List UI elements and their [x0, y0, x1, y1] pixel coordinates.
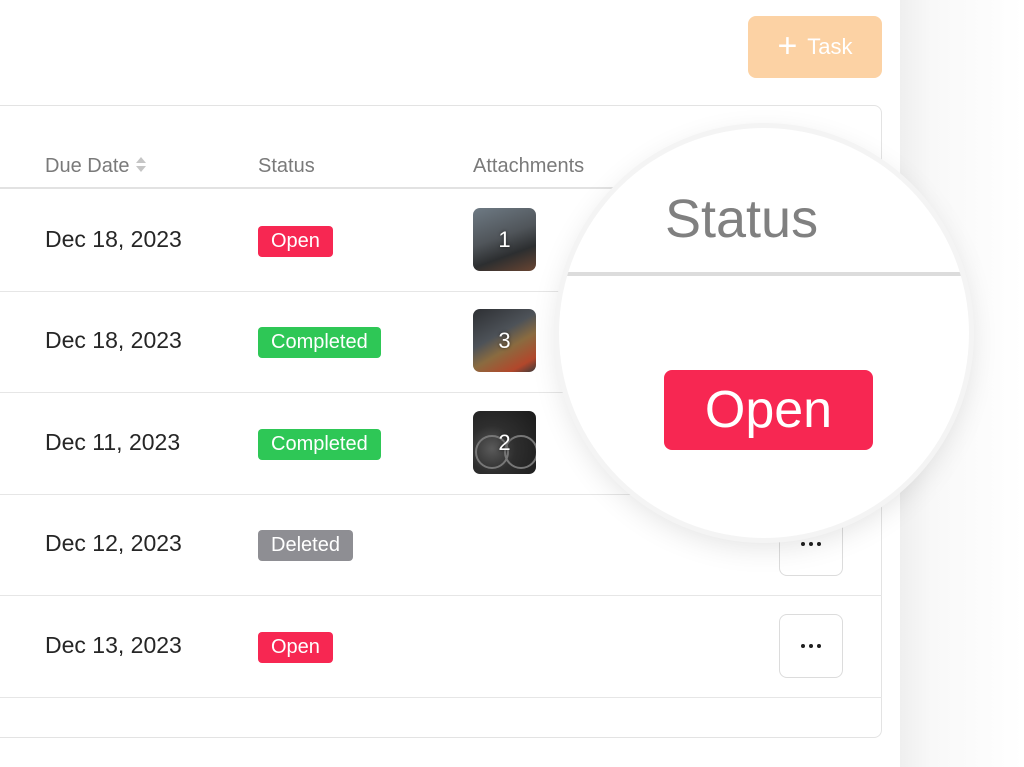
due-date-cell: Dec 18, 2023: [45, 327, 182, 353]
status-badge: Open: [258, 632, 333, 663]
more-actions-button[interactable]: [779, 614, 843, 678]
status-badge: Open: [258, 226, 333, 257]
attachment-count: 2: [498, 429, 511, 455]
attachment-count: 1: [498, 226, 511, 252]
attachment-thumbnail[interactable]: 1: [473, 208, 536, 271]
due-date-cell: Dec 18, 2023: [45, 226, 182, 252]
ellipsis-icon: [801, 542, 821, 546]
ellipsis-icon: [801, 644, 821, 648]
magnified-status-header: Status: [665, 189, 819, 249]
magnified-divider: [559, 272, 969, 276]
due-date-cell: Dec 12, 2023: [45, 530, 182, 556]
magnified-status-badge: Open: [664, 370, 873, 450]
due-date-cell: Dec 11, 2023: [45, 429, 181, 455]
add-task-button[interactable]: + Task: [748, 16, 882, 78]
plus-icon: +: [777, 26, 798, 65]
status-badge: Deleted: [258, 530, 353, 561]
magnifier-callout: Status Open: [559, 128, 969, 538]
column-header-due-date[interactable]: Due Date: [45, 155, 146, 178]
attachment-thumbnail[interactable]: 3: [473, 309, 536, 372]
due-date-cell: Dec 13, 2023: [45, 632, 182, 658]
status-badge: Completed: [258, 327, 381, 358]
status-badge: Completed: [258, 429, 381, 460]
column-header-attachments: Attachments: [473, 155, 585, 177]
add-task-label: Task: [807, 34, 853, 59]
column-header-due-date-label: Due Date: [45, 155, 130, 177]
attachment-thumbnail[interactable]: 2: [473, 411, 536, 474]
column-header-status: Status: [258, 155, 315, 177]
sort-icon[interactable]: [135, 155, 146, 175]
table-row[interactable]: Dec 13, 2023 Open: [0, 596, 882, 698]
attachment-count: 3: [498, 327, 511, 353]
